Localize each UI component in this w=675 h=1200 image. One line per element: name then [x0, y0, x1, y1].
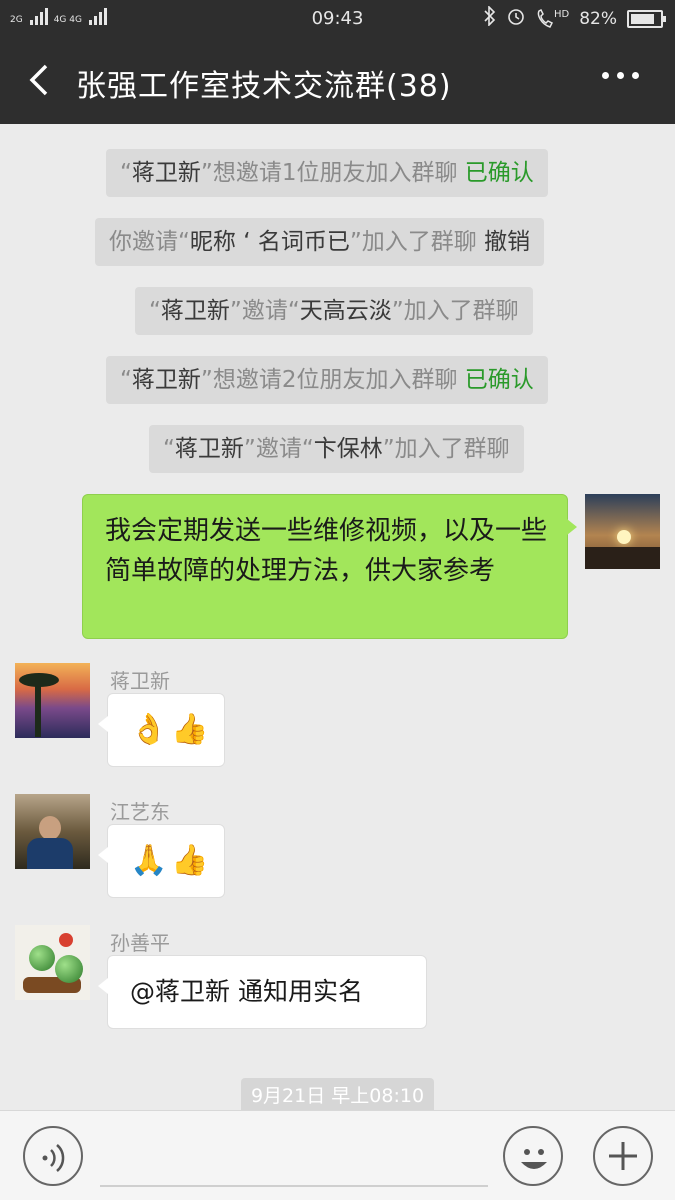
chat-title: 张强工作室技术交流群(38) — [76, 69, 452, 104]
alarm-icon — [506, 6, 526, 31]
system-notice: “蒋卫新”邀请“天高云淡”加入了群聊 — [135, 287, 533, 335]
system-notice: “蒋卫新”想邀请1位朋友加入群聊 已确认 — [106, 149, 548, 197]
more-dots-icon[interactable] — [602, 72, 639, 79]
status-bar: 2G 4G 4G 09:43 HD 82% — [0, 0, 675, 36]
notice-text: ”想邀请2位朋友加入群聊 — [200, 367, 465, 393]
call-hd-icon: HD — [536, 8, 570, 29]
system-notice: “蒋卫新”想邀请2位朋友加入群聊 已确认 — [106, 356, 548, 404]
input-bar — [0, 1110, 675, 1200]
my-message-text: 我会定期发送一些维修视频，以及一些简单故障的处理方法，供大家参考 — [105, 516, 548, 586]
notice-confirmed-link[interactable]: 已确认 — [465, 160, 534, 186]
avatar[interactable] — [15, 925, 90, 1000]
notice-user-link[interactable]: 蒋卫新 — [161, 298, 230, 324]
notice-text: ”想邀请1位朋友加入群聊 — [200, 160, 465, 186]
sender-name: 蒋卫新 — [110, 669, 170, 693]
notice-text: 你邀请“ — [109, 229, 190, 255]
system-notice: “蒋卫新”邀请“卞保林”加入了群聊 — [149, 425, 524, 473]
message-bubble[interactable]: @蒋卫新 通知用实名 — [98, 955, 427, 1029]
notice-user-link[interactable]: 昵称 ‘ 名词币已 — [190, 229, 350, 255]
notice-text: ”加入了群聊 — [382, 436, 510, 462]
notice-user-link[interactable]: 蒋卫新 — [132, 160, 201, 186]
notice-text: ”邀请“ — [229, 298, 300, 324]
plus-icon[interactable] — [593, 1126, 653, 1186]
avatar-ball — [29, 945, 55, 971]
notice-text: ”加入了群聊 — [391, 298, 519, 324]
chat-header: 张强工作室技术交流群(38) — [0, 36, 675, 124]
notice-user-link[interactable]: 蒋卫新 — [132, 367, 201, 393]
battery-level — [631, 13, 654, 24]
notice-text: ”加入了群聊 — [349, 229, 485, 255]
emoji-icon[interactable] — [503, 1126, 563, 1186]
message-input[interactable] — [100, 1133, 488, 1187]
message-bubble[interactable]: 👌👍 — [98, 693, 225, 767]
avatar-ball — [55, 955, 83, 983]
notice-user-link[interactable]: 卞保林 — [314, 436, 383, 462]
bluetooth-icon — [484, 5, 496, 31]
sunset-sun — [617, 530, 631, 544]
system-notice: 你邀请“昵称 ‘ 名词币已”加入了群聊 撤销 — [95, 218, 545, 266]
notice-text: ”邀请“ — [243, 436, 314, 462]
message-timestamp: 9月21日 早上08:10 — [241, 1078, 434, 1114]
battery-percent: 82% — [579, 8, 617, 29]
avatar-body — [27, 838, 73, 869]
message-text: @蒋卫新 通知用实名 — [130, 977, 363, 1006]
palm-leaf — [19, 673, 59, 687]
notice-text: “ — [120, 160, 132, 186]
notice-text: “ — [120, 367, 132, 393]
message-emoji: 🙏👍 — [130, 843, 213, 878]
my-avatar[interactable] — [585, 494, 660, 569]
sender-name: 江艺东 — [110, 800, 170, 824]
my-message-bubble[interactable]: 我会定期发送一些维修视频，以及一些简单故障的处理方法，供大家参考 — [82, 494, 577, 639]
sunset-ground — [585, 547, 660, 569]
back-arrow-icon[interactable] — [26, 62, 56, 98]
notice-text: “ — [163, 436, 175, 462]
notice-confirmed-link[interactable]: 已确认 — [465, 367, 534, 393]
status-right: HD 82% — [484, 5, 666, 31]
revoke-link[interactable]: 撤销 — [484, 229, 530, 255]
hd-label: HD — [553, 8, 570, 20]
message-emoji: 👌👍 — [130, 712, 213, 747]
avatar-flower — [59, 933, 73, 947]
avatar[interactable] — [15, 663, 90, 738]
notice-user-link[interactable]: 蒋卫新 — [175, 436, 244, 462]
avatar-head — [39, 816, 61, 840]
message-bubble[interactable]: 🙏👍 — [98, 824, 225, 898]
voice-icon[interactable] — [23, 1126, 83, 1186]
notice-text: “ — [149, 298, 161, 324]
notice-user-link[interactable]: 天高云淡 — [300, 298, 392, 324]
avatar[interactable] — [15, 794, 90, 869]
battery-icon — [627, 9, 666, 28]
sender-name: 孙善平 — [110, 931, 170, 955]
